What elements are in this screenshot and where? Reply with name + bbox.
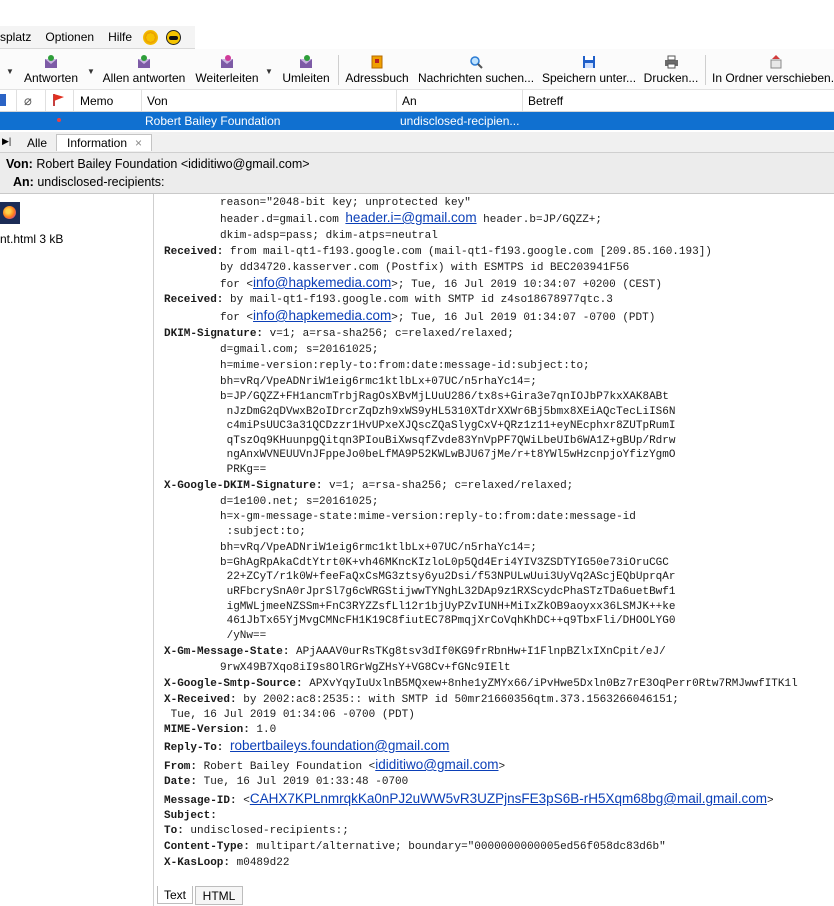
dropdown-arrow-icon[interactable]: ▼ — [265, 67, 273, 76]
flag-icon[interactable] — [52, 93, 66, 107]
close-icon[interactable]: × — [135, 136, 142, 150]
tab-scroll-icon[interactable]: ▶| — [2, 136, 11, 147]
header-from-value[interactable]: Robert Bailey Foundation <ididitiwo@gmai… — [36, 157, 309, 171]
column-to[interactable]: An — [402, 94, 417, 108]
address-book-icon — [369, 55, 385, 69]
message-row-selected[interactable]: Robert Bailey Foundation undisclosed-rec… — [0, 112, 834, 130]
search-messages-button[interactable]: Nachrichten suchen... — [416, 49, 536, 89]
column-subject[interactable]: Betreff — [528, 94, 563, 108]
tab-all[interactable]: Alle — [22, 134, 52, 151]
bat-logo-icon[interactable] — [166, 29, 182, 45]
toolbar-separator — [705, 55, 706, 85]
save-as-button[interactable]: Speichern unter... — [542, 49, 636, 89]
move-to-folder-button[interactable]: In Ordner verschieben... — [712, 49, 834, 89]
redirect-button[interactable]: Umleiten — [280, 49, 332, 89]
read-status-column-icon[interactable] — [0, 94, 6, 106]
address-book-button[interactable]: Adressbuch — [345, 49, 409, 89]
menu-optionen[interactable]: Optionen — [38, 30, 101, 44]
attachment-label[interactable]: nt.html 3 kB — [0, 232, 63, 246]
reply-all-icon — [136, 55, 152, 69]
sun-icon[interactable] — [143, 29, 159, 45]
reply-to-link[interactable]: robertbaileys.foundation@gmail.com — [230, 738, 449, 753]
view-mode-tabs: Text HTML — [155, 885, 834, 906]
floppy-disk-icon — [581, 55, 597, 69]
reply-all-button[interactable]: Allen antworten — [100, 49, 188, 89]
tab-html[interactable]: HTML — [195, 886, 243, 905]
menu-hilfe[interactable]: Hilfe — [101, 30, 139, 44]
forward-icon — [219, 55, 235, 69]
message-list-header: ⌀ Memo Von An Betreff — [0, 90, 834, 112]
toolbar: ▼ Antworten ▼ Allen antworten Weiterleit… — [0, 49, 834, 90]
message-header-panel: Von: Robert Bailey Foundation <ididitiwo… — [0, 153, 834, 194]
menu-arbeitsplatz[interactable]: splatz — [0, 30, 38, 44]
dropdown-arrow-icon[interactable]: ▼ — [87, 67, 95, 76]
printer-icon — [663, 55, 679, 69]
dropdown-arrow-icon[interactable]: ▼ — [6, 67, 14, 76]
reply-button[interactable]: Antworten — [22, 49, 80, 89]
paperclip-icon[interactable]: ⌀ — [24, 93, 32, 109]
column-memo[interactable]: Memo — [80, 94, 113, 108]
email-link[interactable]: info@hapkemedia.com — [253, 275, 391, 290]
tab-information[interactable]: Information × — [56, 134, 152, 151]
attachment-pane: nt.html 3 kB — [0, 194, 154, 906]
print-button[interactable]: Drucken... — [644, 49, 698, 89]
header-from-line: Von: Robert Bailey Foundation <ididitiwo… — [6, 157, 310, 171]
column-from[interactable]: Von — [147, 94, 168, 108]
redirect-icon — [298, 55, 314, 69]
firefox-file-icon[interactable] — [0, 202, 20, 224]
forward-button[interactable]: Weiterleiten — [194, 49, 260, 89]
reply-icon — [43, 55, 59, 69]
header-to-value[interactable]: undisclosed-recipients: — [37, 175, 164, 189]
row-from: Robert Bailey Foundation — [145, 114, 281, 128]
header-i-link[interactable]: header.i=@gmail.com — [345, 210, 476, 225]
message-source: reason="2048-bit key; unprotected key" h… — [164, 197, 798, 869]
row-to: undisclosed-recipien... — [400, 114, 520, 128]
move-folder-icon — [768, 55, 784, 69]
priority-dot-icon — [57, 118, 61, 122]
email-link[interactable]: info@hapkemedia.com — [253, 308, 391, 323]
message-id-link[interactable]: CAHX7KPLnmrqkKa0nPJ2uWW5vR3UZPjnsFE3pS6B… — [250, 791, 767, 806]
search-icon — [468, 55, 484, 69]
header-to-line: An: undisclosed-recipients: — [13, 175, 165, 189]
from-email-link[interactable]: ididitiwo@gmail.com — [375, 757, 498, 772]
tab-strip: ▶| Alle Information × — [0, 132, 834, 153]
toolbar-separator — [338, 55, 339, 85]
tab-text[interactable]: Text — [157, 886, 193, 904]
menu-bar: splatz Optionen Hilfe — [0, 26, 195, 49]
